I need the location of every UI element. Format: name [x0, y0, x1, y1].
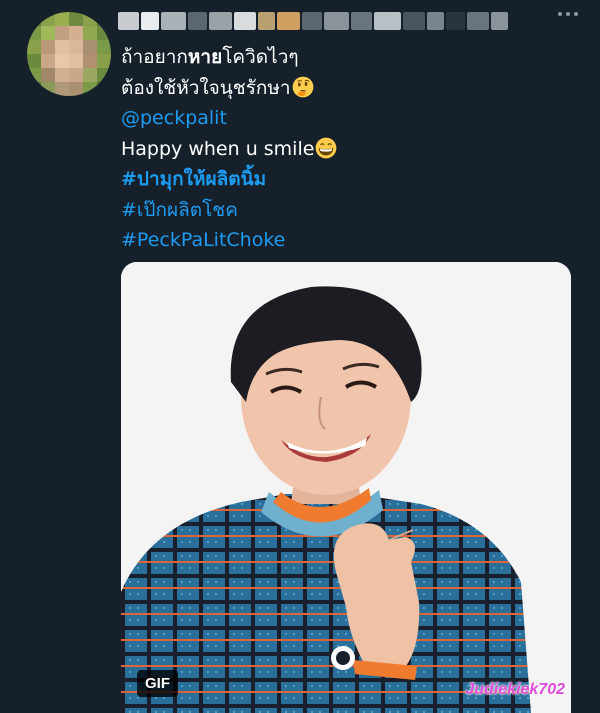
tweet-line-1: ถ้าอยากหายโควิดไวๆ: [121, 46, 299, 68]
gif-image: [121, 262, 571, 713]
grinning-face-emoji-icon: [316, 137, 337, 158]
hashtag-link-2[interactable]: #เป๊กผลิตโชค: [121, 195, 581, 226]
gif-badge: GIF: [137, 670, 178, 697]
thinking-face-emoji-icon: [292, 76, 313, 97]
tweet-line-4: Happy when u smile: [121, 134, 581, 165]
hashtag-link-3[interactable]: #PeckPaLitChoke: [121, 225, 581, 256]
tweet: ถ้าอยากหายโควิดไวๆ ต้องใช้หัวใจนุชรักษา …: [0, 0, 600, 713]
hashtag-link-1[interactable]: #ปามุกให้ผลิตนิ้ม: [121, 164, 581, 195]
watermark: Judiekiek702: [465, 681, 565, 698]
mention-link[interactable]: @peckpalit: [121, 103, 581, 134]
tweet-text: ถ้าอยากหายโควิดไวๆ ต้องใช้หัวใจนุชรักษา …: [121, 42, 581, 256]
more-options-icon[interactable]: [558, 12, 578, 16]
gif-media[interactable]: GIF Judiekiek702: [121, 262, 571, 713]
avatar[interactable]: [27, 12, 111, 96]
author-name-blurred[interactable]: [118, 8, 508, 34]
tweet-line-2: ต้องใช้หัวใจนุชรักษา: [121, 73, 581, 104]
